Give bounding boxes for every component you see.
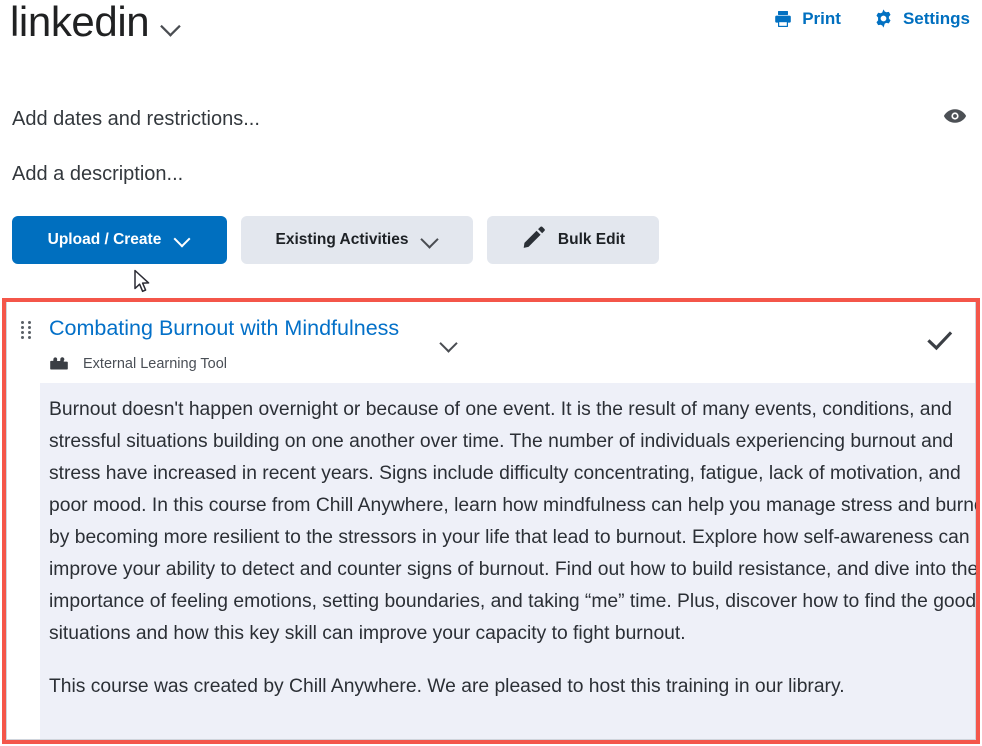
- chevron-down-icon[interactable]: [441, 336, 457, 352]
- action-toolbar: Upload / Create Existing Activities Bulk…: [12, 216, 659, 264]
- content-item-card: Combating Burnout with Mindfulness: [6, 302, 976, 740]
- gear-icon: [873, 8, 894, 29]
- content-item-highlight: Combating Burnout with Mindfulness: [2, 298, 980, 744]
- bulk-edit-button[interactable]: Bulk Edit: [487, 216, 659, 264]
- completion-checkmark-button[interactable]: [927, 330, 953, 357]
- print-button[interactable]: Print: [773, 9, 841, 29]
- chevron-down-icon: [422, 232, 438, 248]
- chevron-down-icon[interactable]: [162, 18, 180, 36]
- pencil-edit-icon: [521, 225, 546, 255]
- description-paragraph: Burnout doesn't happen overnight or beca…: [49, 394, 980, 650]
- puzzle-piece-icon: [49, 354, 71, 374]
- content-item-type: External Learning Tool: [49, 354, 227, 374]
- chevron-down-icon: [175, 232, 191, 248]
- settings-label: Settings: [903, 9, 970, 29]
- description-paragraph: This course was created by Chill Anywher…: [49, 671, 980, 703]
- content-item-title[interactable]: Combating Burnout with Mindfulness: [49, 316, 399, 341]
- content-item-type-label: External Learning Tool: [83, 356, 227, 372]
- content-page: linkedin Print: [0, 0, 982, 746]
- page-title: linkedin: [10, 0, 149, 47]
- page-header: linkedin Print: [0, 0, 982, 64]
- upload-create-label: Upload / Create: [48, 231, 162, 249]
- bulk-edit-label: Bulk Edit: [558, 231, 625, 249]
- existing-activities-label: Existing Activities: [276, 231, 409, 249]
- print-label: Print: [802, 9, 841, 29]
- unit-title-group[interactable]: linkedin: [10, 0, 179, 47]
- content-item-description-panel: Burnout doesn't happen overnight or beca…: [40, 383, 975, 739]
- checkmark-icon: [927, 339, 953, 356]
- header-actions: Print Settings: [773, 8, 970, 29]
- add-description-link[interactable]: Add a description...: [12, 163, 183, 186]
- eye-icon: [943, 108, 967, 129]
- visibility-toggle-button[interactable]: [940, 105, 970, 131]
- printer-icon: [773, 9, 793, 29]
- existing-activities-button[interactable]: Existing Activities: [241, 216, 473, 264]
- upload-create-button[interactable]: Upload / Create: [12, 216, 227, 264]
- add-dates-restrictions-link[interactable]: Add dates and restrictions...: [12, 108, 260, 131]
- settings-button[interactable]: Settings: [873, 8, 970, 29]
- drag-handle-icon[interactable]: [21, 321, 31, 337]
- content-item-header: Combating Burnout with Mindfulness: [7, 302, 975, 376]
- mouse-cursor: [133, 269, 153, 295]
